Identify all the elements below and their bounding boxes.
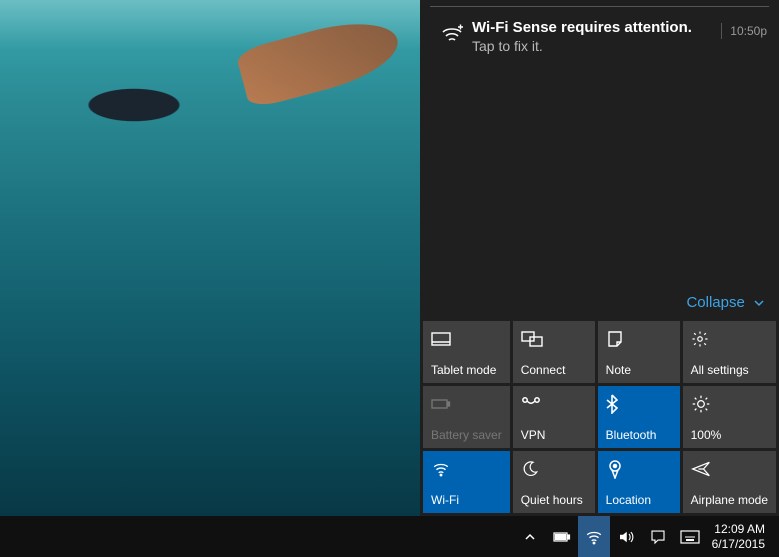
tray-overflow-chevron[interactable] [514,516,546,557]
vpn-icon [521,392,587,416]
quick-action-all-settings[interactable]: All settings [683,321,776,383]
desktop-wallpaper [0,0,420,516]
tablet-icon [431,327,502,351]
quick-action-label: All settings [691,363,768,377]
quick-action-label: Battery saver [431,428,502,442]
speaker-icon [617,528,635,546]
quick-action-label: Bluetooth [606,428,672,442]
quick-action-vpn[interactable]: VPN [513,386,595,448]
tray-battery[interactable] [546,516,578,557]
wifi-sense-icon [432,19,472,47]
taskbar-date: 6/17/2015 [712,537,765,552]
action-center-panel: Wi-Fi Sense requires attention. Tap to f… [420,0,779,516]
quick-action-label: Location [606,493,672,507]
notifications-icon [649,528,667,546]
quick-action-label: Airplane mode [691,493,768,507]
quick-action-label: Connect [521,363,587,377]
quick-action-label: Wi-Fi [431,493,502,507]
battery-icon [431,392,502,416]
quick-action-airplane-mode[interactable]: Airplane mode [683,451,776,513]
quick-action-brightness[interactable]: 100% [683,386,776,448]
quick-actions-grid: Tablet mode Connect Note All settings Batter… [420,321,779,516]
system-tray: 12:09 AM 6/17/2015 [514,516,771,557]
quick-action-tablet-mode[interactable]: Tablet mode [423,321,510,383]
tray-volume[interactable] [610,516,642,557]
notification-title: Wi-Fi Sense requires attention. [472,19,713,36]
collapse-button[interactable]: Collapse [420,286,779,321]
taskbar-time: 12:09 AM [712,522,765,537]
quick-action-label: Note [606,363,672,377]
quick-action-note[interactable]: Note [598,321,680,383]
keyboard-icon [680,530,700,544]
quick-action-wifi[interactable]: Wi-Fi [423,451,510,513]
notification-subtitle: Tap to fix it. [472,38,713,54]
notification-body: Wi-Fi Sense requires attention. Tap to f… [472,19,721,54]
taskbar-clock[interactable]: 12:09 AM 6/17/2015 [706,522,771,552]
collapse-label: Collapse [686,294,744,311]
note-icon [606,327,672,351]
connect-icon [521,327,587,351]
quick-action-quiet-hours[interactable]: Quiet hours [513,451,595,513]
tray-action-center[interactable] [642,516,674,557]
bluetooth-icon [606,392,672,416]
quick-action-label: VPN [521,428,587,442]
notification-time: 10:50p [721,23,767,39]
quick-action-connect[interactable]: Connect [513,321,595,383]
quick-action-label: 100% [691,428,768,442]
gear-icon [691,327,768,351]
quick-action-battery-saver: Battery saver [423,386,510,448]
chevron-down-icon [753,297,765,309]
notification-item[interactable]: Wi-Fi Sense requires attention. Tap to f… [420,7,779,64]
tray-network[interactable] [578,516,610,557]
moon-icon [521,457,587,481]
chevron-up-icon [524,531,536,543]
quick-action-bluetooth[interactable]: Bluetooth [598,386,680,448]
airplane-icon [691,457,768,481]
location-icon [606,457,672,481]
quick-action-label: Tablet mode [431,363,502,377]
notifications-area: Wi-Fi Sense requires attention. Tap to f… [420,0,779,286]
battery-icon [553,531,571,543]
quick-action-label: Quiet hours [521,493,587,507]
wallpaper-shape [80,60,260,150]
wifi-icon [431,457,502,481]
quick-action-location[interactable]: Location [598,451,680,513]
sun-icon [691,392,768,416]
tray-touch-keyboard[interactable] [674,516,706,557]
taskbar: 12:09 AM 6/17/2015 [0,516,779,557]
wifi-icon [585,528,603,546]
